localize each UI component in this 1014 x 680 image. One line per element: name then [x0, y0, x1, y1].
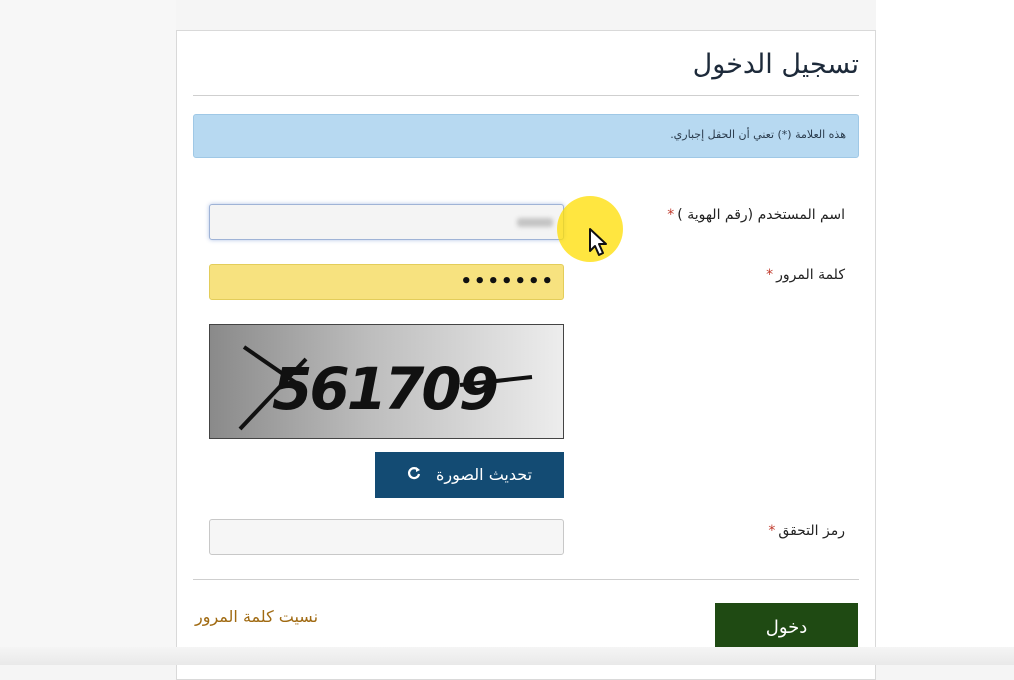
password-value: •••••••	[460, 271, 555, 292]
page-background-right	[876, 0, 1014, 665]
captcha-label: رمز التحقق*	[768, 523, 845, 539]
refresh-icon-graphic	[407, 467, 421, 480]
username-label: اسم المستخدم (رقم الهوية )*	[667, 207, 845, 223]
username-field[interactable]	[209, 204, 564, 240]
required-marker: *	[766, 267, 774, 283]
page-background-left	[0, 0, 176, 665]
required-notice-text: هذه العلامة (*) تعني أن الحقل إجباري.	[670, 128, 846, 141]
captcha-graphic: 561709	[238, 345, 533, 431]
login-button[interactable]: دخول	[715, 603, 858, 653]
captcha-image: 561709	[209, 324, 564, 439]
mouse-pointer-graphic	[589, 228, 607, 256]
captcha-input[interactable]	[209, 519, 564, 555]
forgot-password-link[interactable]: نسيت كلمة المرور	[195, 607, 318, 626]
footer-divider	[193, 579, 859, 580]
title-divider	[193, 95, 859, 96]
required-notice: هذه العلامة (*) تعني أن الحقل إجباري.	[193, 114, 859, 158]
refresh-button-label: تحديث الصورة	[436, 465, 533, 484]
bottom-fade	[0, 647, 1014, 665]
captcha-label-text: رمز التحقق	[778, 523, 845, 539]
login-panel: تسجيل الدخول هذه العلامة (*) تعني أن الح…	[176, 30, 876, 680]
required-marker: *	[768, 523, 776, 539]
required-marker: *	[667, 207, 675, 223]
refresh-captcha-button[interactable]: تحديث الصورة	[375, 452, 564, 498]
username-label-text: اسم المستخدم (رقم الهوية )	[677, 207, 845, 223]
refresh-icon	[407, 452, 421, 498]
password-field[interactable]: •••••••	[209, 264, 564, 300]
page-title: تسجيل الدخول	[692, 49, 859, 80]
captcha-text: 561709	[272, 355, 497, 423]
mouse-pointer-icon	[588, 227, 610, 257]
password-label: كلمة المرور*	[766, 267, 845, 283]
password-label-text: كلمة المرور	[776, 267, 845, 283]
username-blurred-value	[517, 218, 553, 227]
